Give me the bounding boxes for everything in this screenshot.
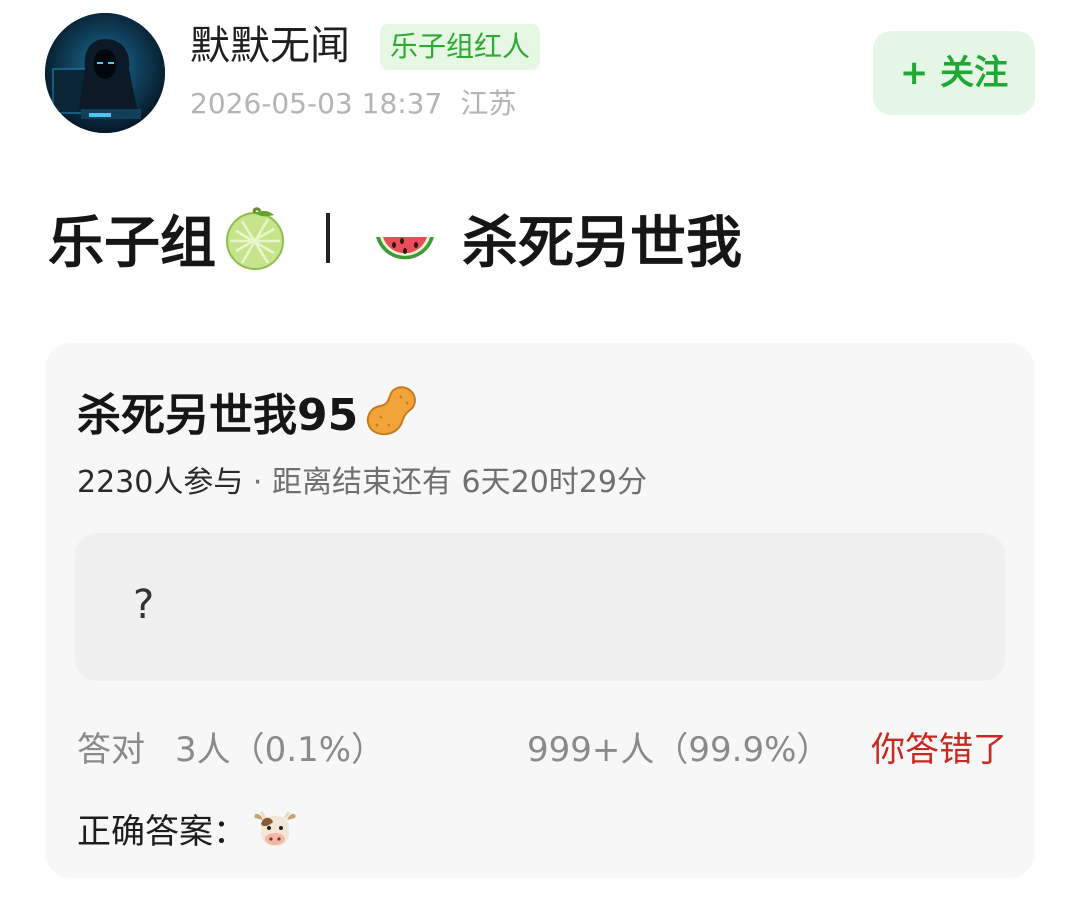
countdown: 距离结束还有 6天20时29分 [272, 465, 647, 500]
peanut-icon [360, 380, 422, 442]
quiz-card: 杀死另世我95 2230人参与 · 距离结束还有 6天20时29分 ? 答对 3… [45, 343, 1035, 878]
author-name[interactable]: 默默无闻 [190, 18, 350, 74]
follow-button[interactable]: + 关注 [873, 31, 1035, 115]
question-text: ? [133, 582, 155, 628]
quiz-title: 杀死另世我95 [77, 379, 422, 443]
answer-row: 正确答案： [77, 803, 299, 853]
post-location: 江苏 [460, 87, 517, 120]
correct-count: 3人（0.1%） [175, 730, 386, 770]
post-title-left: 乐子组 [48, 210, 216, 276]
watermelon-icon [372, 205, 438, 271]
post-meta: 2026-05-03 18:37 江苏 [190, 84, 516, 124]
quiz-stats: 2230人参与 · 距离结束还有 6天20时29分 [77, 461, 647, 505]
question-box[interactable]: ? [75, 533, 1005, 681]
author-badge: 乐子组红人 [380, 24, 541, 70]
stats-separator: · [252, 465, 263, 500]
correct-label: 答对 [77, 730, 145, 770]
result-row: 答对 3人（0.1%） 999+人（99.9%） 你答错了 [77, 725, 1007, 775]
answer-label: 正确答案： [77, 811, 247, 852]
post-title-right: 杀死另世我 [462, 210, 742, 276]
post-page: 默默无闻 乐子组红人 2026-05-03 18:37 江苏 + 关注 乐子组 [0, 0, 1080, 913]
avatar[interactable] [45, 13, 165, 133]
quiz-title-text: 杀死另世我95 [77, 390, 359, 441]
cow-face-icon [251, 804, 299, 852]
melon-icon [222, 205, 288, 271]
wrong-verdict: 你答错了 [871, 730, 1007, 770]
post-date: 2026-05-03 18:37 [190, 87, 443, 120]
hooded-hacker-avatar-icon [45, 13, 165, 133]
participant-count: 2230人参与 [77, 465, 244, 500]
wrong-count: 999+人（99.9%） [527, 730, 831, 770]
title-divider [326, 213, 330, 263]
post-title: 乐子组 杀死另世我 [48, 198, 742, 278]
